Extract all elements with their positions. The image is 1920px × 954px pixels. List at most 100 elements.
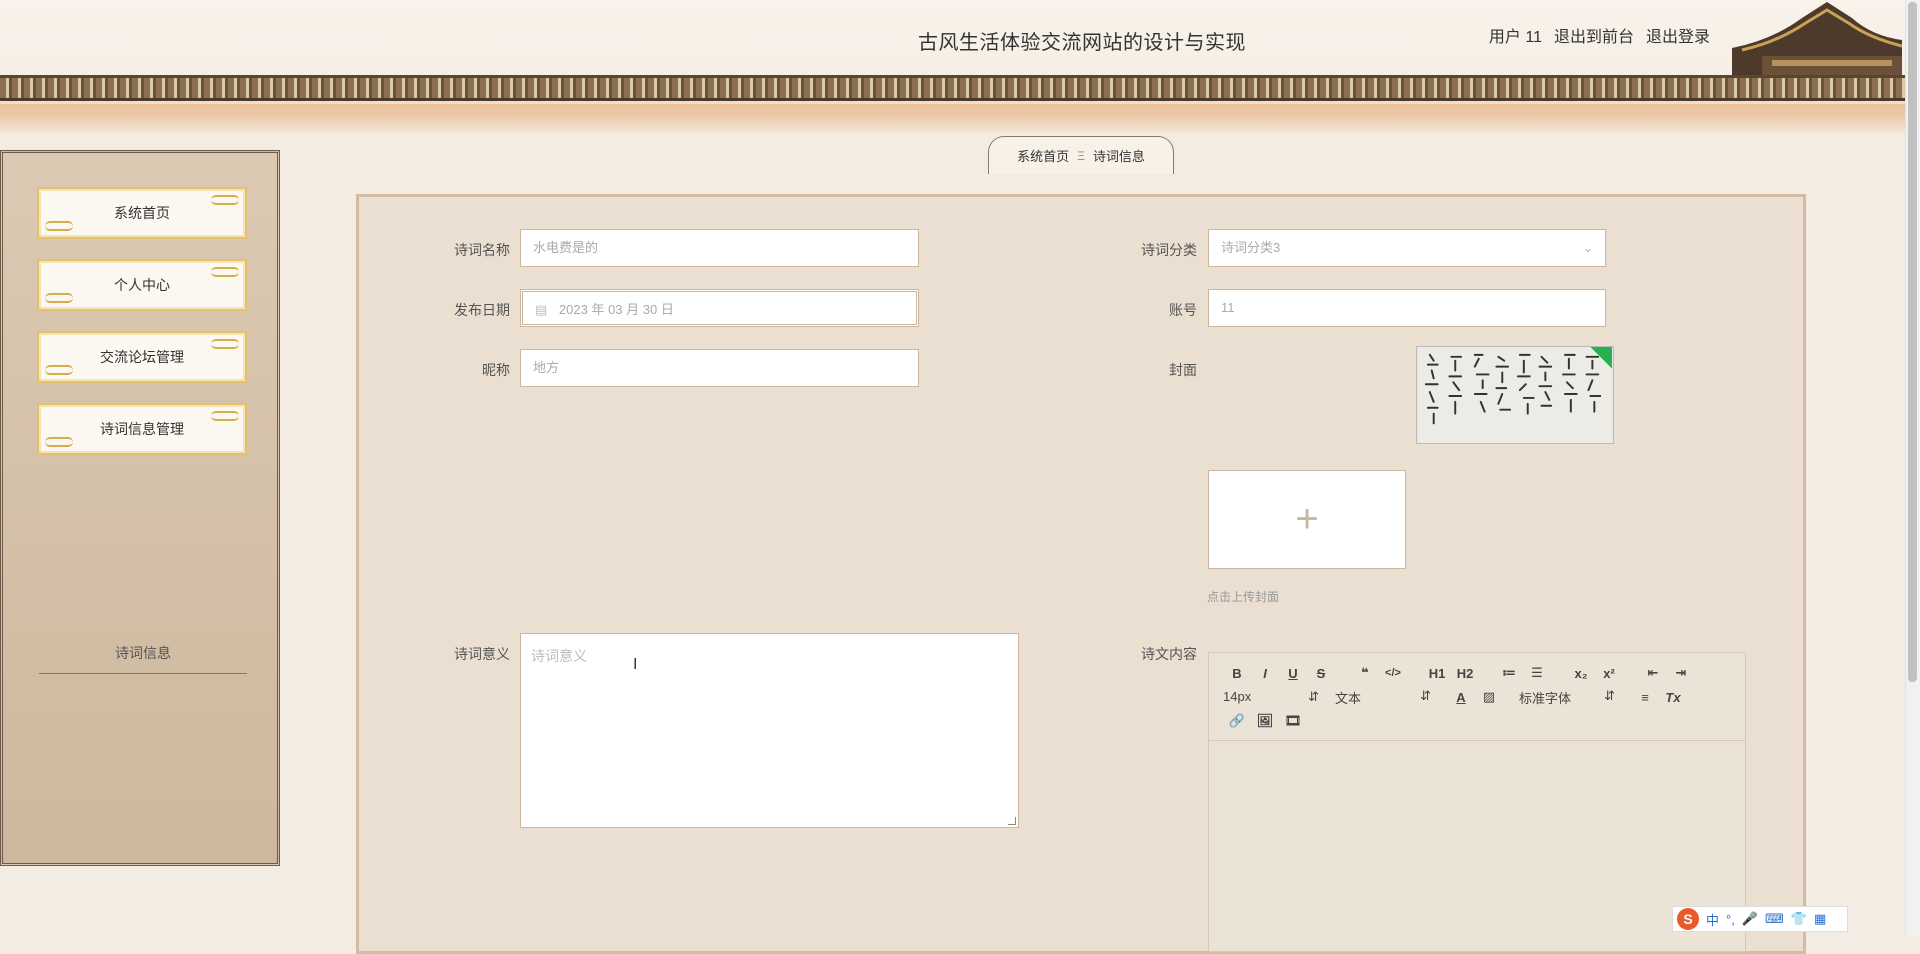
bold-icon[interactable]: B	[1223, 666, 1251, 681]
select-arrows-icon: ⇵	[1308, 689, 1319, 704]
font-family-select[interactable]: 标准字体 ⇵	[1519, 688, 1615, 707]
breadcrumb: 系统首页 Ξ 诗词信息	[988, 136, 1174, 174]
swirl-ornament	[45, 221, 73, 231]
blockquote-icon[interactable]: ❝	[1351, 665, 1379, 681]
category-value: 诗词分类3	[1221, 240, 1281, 255]
ime-toolbar[interactable]: S 中 °, 🎤 ⌨ 👕 ▦	[1672, 906, 1848, 932]
breadcrumb-home[interactable]: 系统首页	[1017, 146, 1069, 165]
background-color-icon[interactable]: ▨	[1475, 689, 1503, 705]
cover-image[interactable]	[1416, 346, 1614, 444]
account-label: 账号	[1169, 302, 1197, 318]
swirl-ornament	[45, 365, 73, 375]
page-scrollbar[interactable]	[1905, 0, 1920, 936]
font-color-icon[interactable]: A	[1447, 690, 1475, 705]
roof-shadow	[0, 104, 1905, 134]
swirl-ornament	[45, 293, 73, 303]
underline-icon[interactable]: U	[1279, 666, 1307, 681]
sidebar-item-forum-management[interactable]: 交流论坛管理	[37, 331, 247, 383]
ime-punct[interactable]: °,	[1726, 912, 1735, 927]
heading1-icon[interactable]: H1	[1423, 666, 1451, 681]
editor-toolbar: B I U S ❝ </> H1 H2 ≔ ☰ x₂ x² ⇤ ⇥ 14px ⇵	[1209, 653, 1745, 741]
category-select[interactable]: 诗词分类3 ⌄	[1208, 229, 1606, 267]
nickname-input[interactable]: 地方	[520, 349, 919, 387]
sidebar-subitem-poem-info[interactable]: 诗词信息	[39, 643, 247, 674]
publish-date-input[interactable]: ▤ 2023 年 03 月 30 日	[520, 289, 919, 327]
ordered-list-icon[interactable]: ≔	[1495, 665, 1523, 681]
publish-date-value: 2023 年 03 月 30 日	[558, 302, 674, 317]
account-value: 11	[1221, 300, 1235, 315]
select-arrows-icon: ⇵	[1420, 687, 1431, 703]
align-icon[interactable]: ≡	[1631, 690, 1659, 705]
poem-name-value: 水电费是的	[533, 240, 599, 255]
breadcrumb-current: 诗词信息	[1092, 149, 1145, 164]
plus-icon: +	[1295, 497, 1319, 541]
sidebar-item-label: 诗词信息管理	[100, 421, 184, 437]
nickname-value: 地方	[533, 360, 560, 375]
video-icon[interactable]: 🎞	[1279, 713, 1307, 729]
skin-icon[interactable]: 👕	[1791, 911, 1807, 927]
superscript-icon[interactable]: x²	[1595, 666, 1623, 681]
outdent-icon[interactable]: ⇤	[1639, 665, 1667, 681]
cover-label: 封面	[1169, 362, 1197, 378]
clear-format-icon[interactable]: Tx	[1659, 690, 1687, 705]
swirl-ornament	[45, 437, 73, 447]
poem-name-label: 诗词名称	[454, 242, 510, 258]
code-block-icon[interactable]: </>	[1379, 667, 1407, 679]
pavilion-roof-image	[1732, 2, 1902, 78]
sidebar-item-poem-management[interactable]: 诗词信息管理	[37, 403, 247, 455]
font-size-value: 14px	[1223, 689, 1252, 704]
bullet-list-icon[interactable]: ☰	[1523, 665, 1551, 681]
exit-to-front-link[interactable]: 退出到前台	[1554, 23, 1634, 47]
font-size-select[interactable]: 14px ⇵	[1223, 689, 1319, 705]
ime-mode[interactable]: 中	[1706, 910, 1719, 929]
content-label: 诗文内容	[1141, 646, 1197, 662]
select-arrows-icon: ⇵	[1604, 687, 1615, 703]
sidebar-item-personal-center[interactable]: 个人中心	[37, 259, 247, 311]
swirl-ornament	[211, 267, 239, 277]
nickname-label: 昵称	[482, 362, 510, 378]
indent-icon[interactable]: ⇥	[1667, 665, 1695, 681]
keyboard-icon[interactable]: ⌨	[1765, 911, 1784, 927]
toolbar-row-3: 🔗 🖼 🎞	[1223, 709, 1731, 733]
strike-icon[interactable]: S	[1307, 666, 1335, 681]
resize-grip-icon[interactable]	[1008, 817, 1016, 825]
category-label: 诗词分类	[1141, 242, 1197, 258]
italic-icon[interactable]: I	[1251, 666, 1279, 681]
swirl-ornament	[211, 411, 239, 421]
user-label: 用户 11	[1488, 29, 1542, 46]
swirl-ornament	[211, 339, 239, 349]
meaning-textarea[interactable]: 诗词意义	[520, 633, 1019, 828]
roof-tile-border	[0, 75, 1905, 101]
scrollbar-thumb[interactable]	[1908, 2, 1917, 682]
calendar-icon: ▤	[535, 302, 548, 317]
poem-name-input[interactable]: 水电费是的	[520, 229, 919, 267]
meaning-label: 诗词意义	[454, 646, 510, 662]
microphone-icon[interactable]: 🎤	[1742, 911, 1758, 927]
link-icon[interactable]: 🔗	[1223, 713, 1251, 729]
subscript-icon[interactable]: x₂	[1567, 666, 1595, 681]
image-icon[interactable]: 🖼	[1251, 713, 1279, 729]
heading2-icon[interactable]: H2	[1451, 666, 1479, 681]
account-input[interactable]: 11	[1208, 289, 1606, 327]
sidebar-item-label: 系统首页	[114, 205, 170, 221]
text-cursor-icon: I	[633, 656, 638, 673]
swirl-ornament	[211, 195, 239, 205]
upload-cover-button[interactable]: +	[1208, 470, 1406, 569]
page-header: 古风生活体验交流网站的设计与实现 用户 11 退出到前台 退出登录	[0, 0, 1920, 135]
block-type-select[interactable]: 文本 ⇵	[1335, 688, 1431, 707]
upload-cover-hint: 点击上传封面	[1207, 590, 1280, 604]
editor-content-area[interactable]	[1209, 741, 1745, 951]
publish-date-label: 发布日期	[454, 302, 510, 318]
chevron-down-icon: ⌄	[1582, 241, 1593, 255]
sogou-logo-icon: S	[1677, 908, 1699, 930]
sidebar-item-label: 交流论坛管理	[100, 349, 184, 365]
sidebar-item-home[interactable]: 系统首页	[37, 187, 247, 239]
font-family-value: 标准字体	[1519, 690, 1572, 706]
sidebar: 系统首页 个人中心 交流论坛管理 诗词信息管理 诗词信息	[0, 150, 280, 866]
block-type-value: 文本	[1335, 690, 1362, 706]
header-links: 用户 11 退出到前台 退出登录	[1489, 23, 1710, 47]
sidebar-item-label: 个人中心	[114, 277, 170, 293]
meaning-placeholder: 诗词意义	[531, 648, 587, 664]
logout-link[interactable]: 退出登录	[1646, 23, 1710, 47]
apps-grid-icon[interactable]: ▦	[1814, 911, 1826, 927]
